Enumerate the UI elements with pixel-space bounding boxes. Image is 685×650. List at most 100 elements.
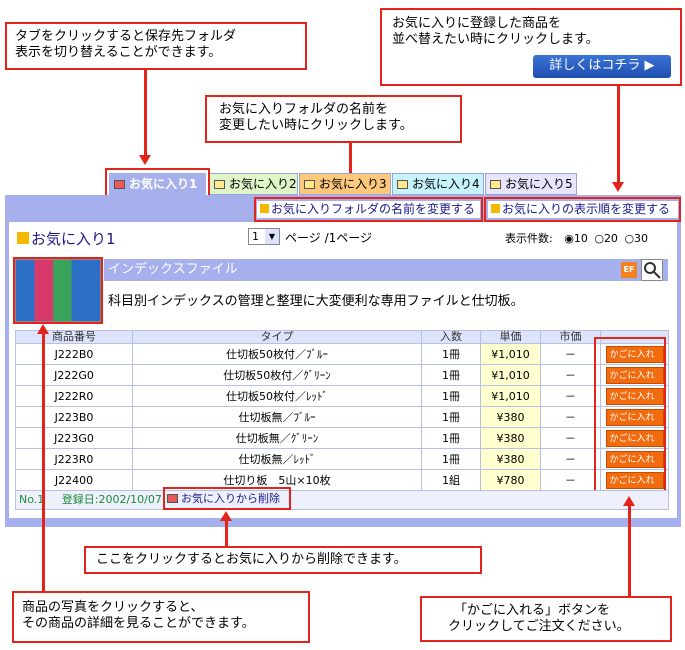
- col-header: 商品番号: [15, 330, 133, 344]
- product-name-bar: インデックスファイル: [104, 259, 668, 281]
- arrow-head: [220, 511, 232, 521]
- tab-label: お気に入り4: [412, 177, 480, 191]
- table-header-row: 商品番号 タイプ 入数 単価 市価: [15, 330, 669, 344]
- callout-text: その商品の詳細を見ることができます。: [22, 616, 255, 631]
- callout-text: ここをクリックするとお気に入りから削除できます。: [96, 552, 407, 567]
- cell-list-price: －: [540, 469, 601, 491]
- cell-code: J222B0: [15, 343, 133, 365]
- entry-number: No.1: [19, 493, 45, 506]
- callout-delete: ここをクリックするとお気に入りから削除できます。: [84, 546, 482, 574]
- cell-type: 仕切板無／ｸﾞﾘｰﾝ: [132, 427, 422, 449]
- callout-text: 変更したい時にクリックします。: [219, 118, 413, 133]
- ef-icon[interactable]: EF: [621, 262, 637, 278]
- callout-text: 表示を切り替えることができます。: [15, 45, 222, 60]
- tab-label: お気に入り5: [505, 177, 573, 191]
- display-count: 表示件数: ◉10 ○20 ○30: [505, 230, 648, 246]
- cell-type: 仕切板無／ﾚｯﾄﾞ: [132, 448, 422, 470]
- cell-price: ¥1,010: [480, 343, 541, 365]
- arrow-line: [628, 505, 631, 597]
- page-info: ページ /1ページ: [285, 231, 373, 245]
- rename-highlight: [254, 197, 483, 222]
- cell-price: ¥780: [480, 469, 541, 491]
- title-bullet-icon: [17, 232, 29, 244]
- cell-price: ¥380: [480, 406, 541, 428]
- arrow-line: [144, 70, 147, 155]
- radio-10[interactable]: ◉: [564, 232, 574, 245]
- callout-text: お気に入りフォルダの名前を: [219, 102, 389, 117]
- cell-code: J223B0: [15, 406, 133, 428]
- folder-icon: [214, 180, 225, 189]
- folder-title-text: お気に入り1: [31, 230, 116, 248]
- folder-icon: [397, 180, 408, 189]
- table-row: J222B0仕切板50枚付／ﾌﾞﾙｰ1冊¥1,010－かごに入れる: [15, 343, 669, 377]
- product-description: 科目別インデックスの管理と整理に大変便利な専用ファイルと仕切板。: [108, 294, 524, 309]
- photo-highlight: [13, 257, 103, 324]
- tab-favorite-3[interactable]: お気に入り3: [299, 173, 391, 195]
- arrow-head: [37, 324, 49, 334]
- folder-icon: [304, 180, 315, 189]
- cell-list-price: －: [540, 364, 601, 386]
- tab-label: お気に入り3: [319, 177, 387, 191]
- callout-text: 「かごに入れる」ボタンを: [454, 603, 611, 618]
- folder-icon: [490, 180, 501, 189]
- order-highlight: [484, 197, 681, 222]
- cell-type: 仕切板50枚付／ｸﾞﾘｰﾝ: [132, 364, 422, 386]
- magnifier-icon[interactable]: [641, 259, 663, 281]
- radio-label: 10: [573, 232, 588, 245]
- cell-type: 仕切板50枚付／ﾚｯﾄﾞ: [132, 385, 422, 407]
- cell-list-price: －: [540, 385, 601, 407]
- cart-highlight: [594, 337, 666, 494]
- cell-qty: 1冊: [421, 448, 481, 470]
- tab-favorite-4[interactable]: お気に入り4: [392, 173, 484, 195]
- cell-list-price: －: [540, 406, 601, 428]
- product-name: インデックスファイル: [108, 262, 238, 277]
- display-count-label: 表示件数:: [505, 232, 553, 245]
- details-button[interactable]: 詳しくはコチラ ▶: [533, 55, 671, 78]
- folder-title: お気に入り1: [17, 228, 116, 249]
- table-row: J222R0仕切板50枚付／ﾚｯﾄﾞ1冊¥1,010－かごに入れる: [15, 385, 669, 419]
- product-table: 商品番号 タイプ 入数 単価 市価 J222B0 仕切板50枚付／ﾌﾞﾙｰ 1冊 ¥1…: [15, 330, 669, 503]
- col-header: 単価: [480, 330, 541, 344]
- cell-qty: 1冊: [421, 364, 481, 386]
- arrow-line: [617, 86, 620, 182]
- details-button-label: 詳しくはコチラ ▶: [549, 58, 655, 73]
- cell-code: J223G0: [15, 427, 133, 449]
- tab-label: お気に入り2: [229, 177, 297, 191]
- registered-date: 登録日:2002/10/07: [61, 493, 162, 506]
- cell-code: J223R0: [15, 448, 133, 470]
- callout-text: 並べ替えたい時にクリックします。: [392, 32, 599, 47]
- callout-cart: 「かごに入れる」ボタンを クリックしてご注文ください。: [420, 596, 672, 642]
- callout-tab-switch: タブをクリックすると保存先フォルダ 表示を切り替えることができます。: [5, 22, 307, 70]
- cell-list-price: －: [540, 448, 601, 470]
- radio-label: 30: [634, 232, 649, 245]
- cell-code: J222R0: [15, 385, 133, 407]
- arrow-head: [612, 182, 624, 192]
- col-header: 市価: [540, 330, 601, 344]
- page-select[interactable]: 1 ▼: [248, 228, 280, 245]
- cell-qty: 1冊: [421, 343, 481, 365]
- table-row: J223G0仕切板無／ｸﾞﾘｰﾝ1冊¥380－かごに入れる: [15, 427, 669, 461]
- cell-qty: 1組: [421, 469, 481, 491]
- col-header: 入数: [421, 330, 481, 344]
- radio-30[interactable]: ○: [624, 232, 634, 245]
- cell-code: J222G0: [15, 364, 133, 386]
- arrow-line: [42, 333, 45, 591]
- table-row: J222G0仕切板50枚付／ｸﾞﾘｰﾝ1冊¥1,010－かごに入れる: [15, 364, 669, 398]
- cell-type: 仕切板無／ﾌﾞﾙｰ: [132, 406, 422, 428]
- arrow-head: [623, 496, 635, 506]
- callout-text: クリックしてご注文ください。: [448, 619, 630, 634]
- cell-list-price: －: [540, 427, 601, 449]
- entry-footer: No.1 登録日:2002/10/07: [15, 490, 669, 510]
- cell-qty: 1冊: [421, 427, 481, 449]
- tab-favorite-5[interactable]: お気に入り5: [485, 173, 577, 195]
- radio-20[interactable]: ○: [594, 232, 604, 245]
- cell-type: 仕切板50枚付／ﾌﾞﾙｰ: [132, 343, 422, 365]
- page-select-value: 1: [252, 230, 259, 243]
- arrow-line: [225, 520, 228, 548]
- chevron-down-icon: ▼: [265, 229, 279, 244]
- callout-rename: お気に入りフォルダの名前を 変更したい時にクリックします。: [205, 95, 462, 143]
- delete-highlight: [163, 487, 291, 510]
- arrow-head: [139, 155, 151, 165]
- tab-favorite-2[interactable]: お気に入り2: [209, 173, 298, 195]
- cell-price: ¥380: [480, 427, 541, 449]
